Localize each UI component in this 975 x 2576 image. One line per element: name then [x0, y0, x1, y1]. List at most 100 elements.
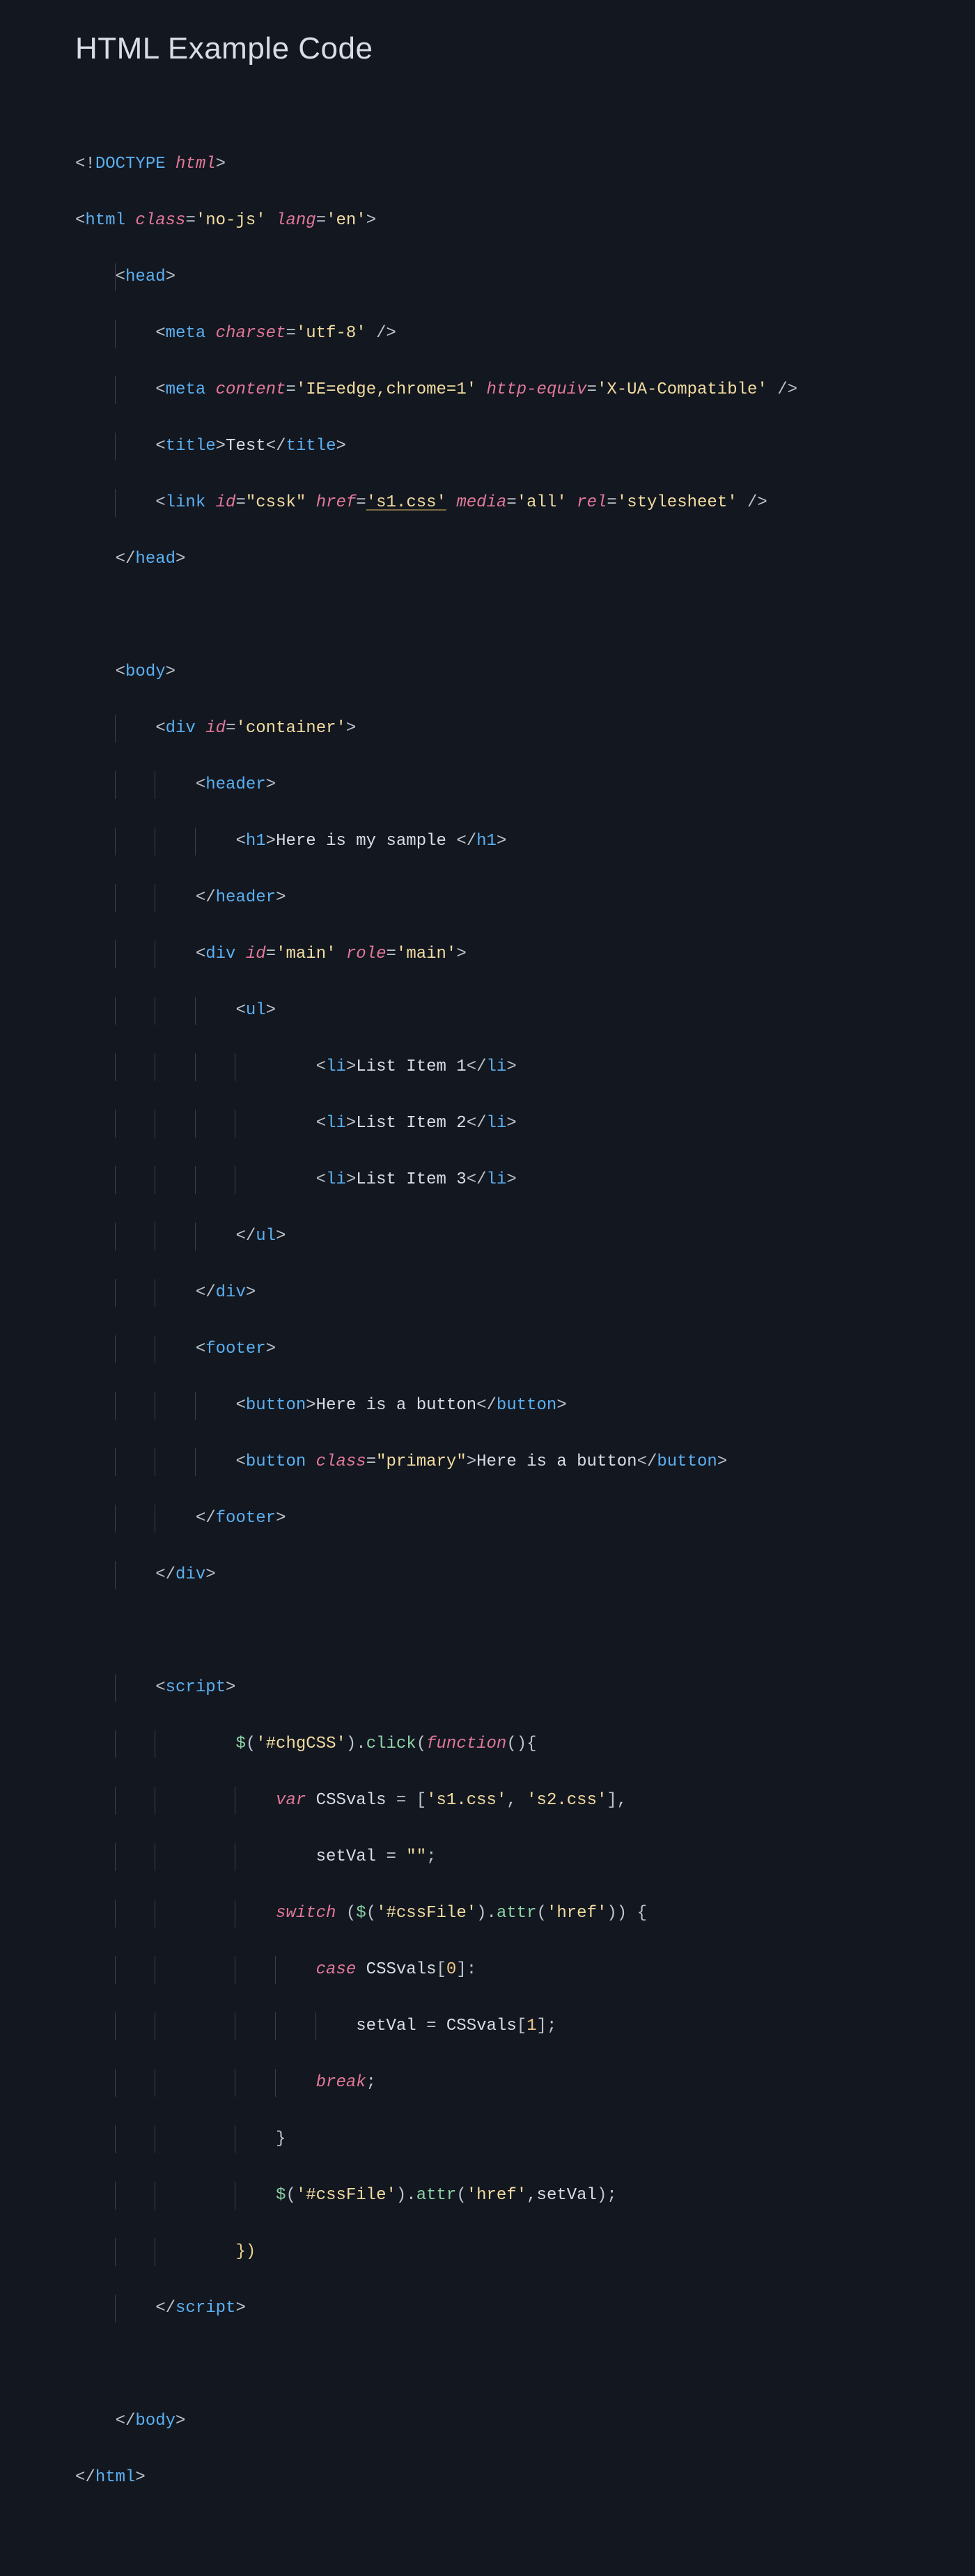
- h1-tag: h1: [246, 832, 266, 851]
- meta-tag: meta: [166, 324, 206, 343]
- kw-break: break: [316, 2073, 366, 2092]
- code-line: </div>: [75, 1279, 975, 1308]
- code-line: <title>Test</title>: [75, 433, 975, 461]
- val-cssk: "cssk": [246, 493, 306, 512]
- code-line: <div id='main' role='main'>: [75, 940, 975, 969]
- code-line: <meta charset='utf-8' />: [75, 320, 975, 348]
- kw-function: function: [426, 1735, 506, 1753]
- attr-role: role: [346, 945, 387, 963]
- code-line: </head>: [75, 545, 975, 574]
- attr-class: class: [135, 211, 185, 230]
- code-line: </div>: [75, 1561, 975, 1590]
- method-attr: attr: [497, 1904, 537, 1923]
- code-line: var CSSvals = ['s1.css', 's2.css'],: [75, 1787, 975, 1815]
- val-main-role: 'main': [396, 945, 456, 963]
- div-tag: div: [166, 719, 196, 738]
- code-line: <button>Here is a button</button>: [75, 1392, 975, 1420]
- method-click: click: [366, 1735, 416, 1753]
- punct-gt: >: [216, 155, 226, 173]
- code-line: }: [75, 2125, 975, 2154]
- val-empty: "": [406, 1847, 426, 1866]
- num-one: 1: [526, 2017, 536, 2035]
- val-stylesheet: 'stylesheet': [617, 493, 738, 512]
- val-en: 'en': [326, 211, 366, 230]
- code-line: <h1>Here is my sample </h1>: [75, 828, 975, 856]
- attr-rel: rel: [577, 493, 607, 512]
- kw-case: case: [316, 1960, 357, 1979]
- list-item: List Item 2: [356, 1114, 466, 1133]
- header-tag: header: [205, 775, 265, 794]
- list-item: List Item 1: [356, 1057, 466, 1076]
- code-line: }): [75, 2238, 975, 2267]
- code-line-blank: [75, 2351, 975, 2380]
- code-line: <li>List Item 3</li>: [75, 1166, 975, 1195]
- code-line: <li>List Item 2</li>: [75, 1110, 975, 1138]
- code-line: <ul>: [75, 997, 975, 1025]
- code-line: </ul>: [75, 1223, 975, 1251]
- head-tag: head: [125, 267, 166, 286]
- val-main: 'main': [276, 945, 336, 963]
- code-line: <footer>: [75, 1335, 975, 1364]
- h1-text: Here is my sample: [276, 832, 456, 851]
- list-item: List Item 3: [356, 1170, 466, 1189]
- attr-lang: lang: [276, 211, 316, 230]
- code-line: <meta content='IE=edge,chrome=1' http-eq…: [75, 376, 975, 405]
- script-tag: script: [166, 1678, 226, 1697]
- val-primary: "primary": [376, 1452, 467, 1471]
- id-cssvals: CSSvals: [316, 1791, 387, 1810]
- val-href: 'href': [547, 1904, 607, 1923]
- code-line: <script>: [75, 1674, 975, 1702]
- body-tag: body: [125, 662, 166, 681]
- code-line: <div id='container'>: [75, 715, 975, 743]
- code-line: </footer>: [75, 1505, 975, 1533]
- ul-tag: ul: [246, 1001, 266, 1020]
- attr-http-equiv: http-equiv: [487, 380, 587, 399]
- val-s1css: 's1.css': [366, 493, 446, 512]
- doctype-name: html: [176, 155, 216, 173]
- code-line: <header>: [75, 771, 975, 800]
- code-line: <li>List Item 1</li>: [75, 1053, 975, 1082]
- page-title: HTML Example Code: [0, 31, 975, 66]
- val-s2: 's2.css': [526, 1791, 607, 1810]
- code-line: <html class='no-js' lang='en'>: [75, 207, 975, 235]
- attr-media: media: [456, 493, 506, 512]
- button-text: Here is a button: [316, 1396, 476, 1415]
- code-line: </html>: [75, 2464, 975, 2492]
- num-zero: 0: [446, 1960, 456, 1979]
- val-no-js: 'no-js': [196, 211, 266, 230]
- selector-cssfile: '#cssFile': [376, 1904, 476, 1923]
- val-all: 'all': [517, 493, 567, 512]
- val-container: 'container': [235, 719, 345, 738]
- code-line: </script>: [75, 2295, 975, 2323]
- code-line: $('#chgCSS').click(function(){: [75, 1730, 975, 1759]
- kw-var: var: [276, 1791, 306, 1810]
- code-line: $('#cssFile').attr('href',setVal);: [75, 2182, 975, 2210]
- link-tag: link: [166, 493, 206, 512]
- html-tag: html: [85, 211, 125, 230]
- code-line: switch ($('#cssFile').attr('href')) {: [75, 1900, 975, 1928]
- code-line: case CSSvals[0]:: [75, 1956, 975, 1985]
- title-text: Test: [226, 437, 266, 456]
- self-close: />: [366, 324, 396, 343]
- id-setval: setVal: [316, 1847, 376, 1866]
- code-line: <!DOCTYPE html>: [75, 150, 975, 179]
- code-line: setVal = "";: [75, 1843, 975, 1872]
- jquery-dollar: $: [235, 1735, 245, 1753]
- code-line: </header>: [75, 884, 975, 913]
- code-line: </body>: [75, 2407, 975, 2436]
- button-tag: button: [246, 1396, 306, 1415]
- val-xua: 'X-UA-Compatible': [597, 380, 767, 399]
- code-line: break;: [75, 2069, 975, 2097]
- code-line: setVal = CSSvals[1];: [75, 2012, 975, 2041]
- val-ie-edge: 'IE=edge,chrome=1': [296, 380, 476, 399]
- code-block: <!DOCTYPE html> <html class='no-js' lang…: [0, 122, 975, 2520]
- attr-charset: charset: [216, 324, 286, 343]
- attr-content: content: [216, 380, 286, 399]
- selector-chgcss: '#chgCSS': [256, 1735, 346, 1753]
- doctype-kw: DOCTYPE: [95, 155, 166, 173]
- title-tag: title: [166, 437, 216, 456]
- punct-lt: <!: [75, 155, 95, 173]
- val-utf8: 'utf-8': [296, 324, 366, 343]
- code-line: <button class="primary">Here is a button…: [75, 1448, 975, 1477]
- code-line: <body>: [75, 658, 975, 687]
